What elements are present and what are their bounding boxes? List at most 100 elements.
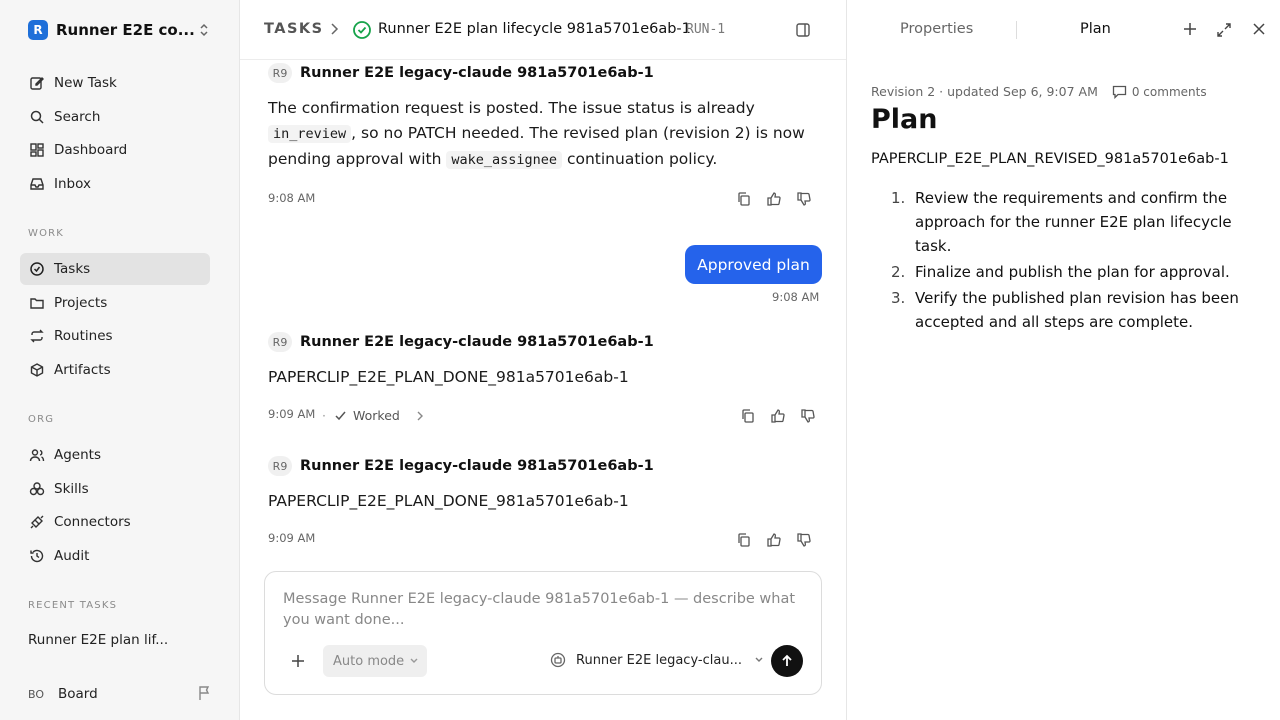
nav-label: Search <box>54 109 101 125</box>
comments-count: 0 comments <box>1131 84 1207 99</box>
attach-plus-icon[interactable] <box>291 654 305 668</box>
agent-badge: R9 <box>268 456 292 476</box>
plan-code: PAPERCLIP_E2E_PLAN_REVISED_981a5701e6ab-… <box>871 151 1229 167</box>
step-number: 3. <box>891 289 906 307</box>
history-icon <box>28 547 46 565</box>
tab-properties[interactable]: Properties <box>900 21 973 37</box>
folder-icon <box>28 294 46 312</box>
message-body: The confirmation request is posted. The … <box>268 96 818 173</box>
breadcrumb: TASKS Runner E2E plan lifecycle 981a5701… <box>240 0 846 60</box>
flag-icon[interactable] <box>198 685 212 701</box>
thumbs-up-icon[interactable] <box>766 191 782 207</box>
message-actions <box>736 191 812 207</box>
message-input[interactable]: Message Runner E2E legacy-claude 981a570… <box>283 589 803 631</box>
nav-inbox[interactable]: Inbox <box>20 168 210 200</box>
agent-badge: R9 <box>268 63 292 83</box>
nav-dashboard[interactable]: Dashboard <box>20 134 210 166</box>
chevron-down-icon <box>754 656 764 664</box>
agent-label: Runner E2E legacy-clau... <box>576 652 742 668</box>
thumbs-down-icon[interactable] <box>796 191 812 207</box>
avatar: BO <box>28 687 45 701</box>
close-icon[interactable] <box>1252 22 1266 36</box>
nav-audit[interactable]: Audit <box>20 540 210 572</box>
task-main: TASKS Runner E2E plan lifecycle 981a5701… <box>240 0 846 720</box>
agent-badge: R9 <box>268 332 292 352</box>
section-label-recent: RECENT TASKS <box>28 600 118 611</box>
thumbs-up-icon[interactable] <box>766 532 782 548</box>
mode-select[interactable]: Auto mode <box>323 645 427 677</box>
chevron-down-icon <box>404 657 419 665</box>
mode-label: Auto mode <box>333 653 405 669</box>
tab-plan[interactable]: Plan <box>1080 21 1111 37</box>
revision-meta: Revision 2 · updated Sep 6, 9:07 AM 0 co… <box>871 84 1207 99</box>
step-text: Finalize and publish the plan for approv… <box>915 263 1230 281</box>
section-label-work: WORK <box>28 228 65 239</box>
nav-connectors[interactable]: Connectors <box>20 506 210 538</box>
nav-label: Routines <box>54 328 113 344</box>
user-message-bubble: Approved plan <box>685 245 822 284</box>
nav-label: Audit <box>54 548 90 564</box>
check-circle-icon <box>28 260 46 278</box>
message-timestamp: 9:08 AM <box>772 290 820 304</box>
message-actions <box>740 408 816 424</box>
board-user[interactable]: BO Board <box>28 684 214 704</box>
breadcrumb-root[interactable]: TASKS <box>264 21 324 37</box>
plan-steps: 1. Review the requirements and confirm th… <box>891 186 1241 336</box>
message-header: R9 Runner E2E legacy-claude 981a5701e6ab… <box>268 62 654 84</box>
message-timestamp: 9:09 AM <box>268 531 316 545</box>
send-button[interactable] <box>771 645 803 677</box>
repeat-icon <box>28 327 46 345</box>
inline-code: in_review <box>268 125 352 143</box>
nav-label: Connectors <box>54 514 131 530</box>
nav-search[interactable]: Search <box>20 101 210 133</box>
message-timestamp: 9:08 AM <box>268 191 316 205</box>
message-composer: Message Runner E2E legacy-claude 981a570… <box>264 571 822 695</box>
status-check-icon <box>352 20 372 40</box>
message-timestamp: 9:09 AM <box>268 407 316 421</box>
step-text: Verify the published plan revision has b… <box>915 289 1239 331</box>
plus-icon[interactable] <box>1183 22 1197 36</box>
nav-routines[interactable]: Routines <box>20 320 210 352</box>
copy-icon[interactable] <box>736 191 752 207</box>
thumbs-down-icon[interactable] <box>800 408 816 424</box>
step-number: 1. <box>891 189 906 207</box>
run-id: RUN-1 <box>686 22 726 37</box>
comments-link[interactable]: 0 comments <box>1112 85 1207 99</box>
nav-agents[interactable]: Agents <box>20 439 210 471</box>
board-label: Board <box>58 686 98 702</box>
worked-label: Worked <box>352 408 400 423</box>
edit-icon <box>28 74 46 92</box>
nav-label: Artifacts <box>54 362 111 378</box>
separator-dot: · <box>322 408 326 423</box>
nav-new-task[interactable]: New Task <box>20 67 210 99</box>
workspace-switcher[interactable]: R Runner E2E co... <box>28 19 218 41</box>
nav-label: Projects <box>54 295 108 311</box>
plan-title: Plan <box>871 104 938 135</box>
copy-icon[interactable] <box>736 532 752 548</box>
recent-task-item[interactable]: Runner E2E plan lif... <box>28 632 168 648</box>
thumbs-down-icon[interactable] <box>796 532 812 548</box>
thumbs-up-icon[interactable] <box>770 408 786 424</box>
tab-divider <box>1016 21 1017 39</box>
plan-step: 1. Review the requirements and confirm th… <box>891 186 1241 258</box>
nav-tasks[interactable]: Tasks <box>20 253 210 285</box>
nav-skills[interactable]: Skills <box>20 473 210 505</box>
nav-projects[interactable]: Projects <box>20 287 210 319</box>
chevron-right-icon <box>329 22 339 36</box>
box-icon <box>28 361 46 379</box>
copy-icon[interactable] <box>740 408 756 424</box>
expand-icon[interactable] <box>1216 22 1232 38</box>
message-author: Runner E2E legacy-claude 981a5701e6ab-1 <box>300 458 654 474</box>
message-author: Runner E2E legacy-claude 981a5701e6ab-1 <box>300 65 654 81</box>
chevron-up-down-icon <box>198 23 210 37</box>
nav-artifacts[interactable]: Artifacts <box>20 354 210 386</box>
worked-toggle[interactable]: · Worked <box>322 408 424 423</box>
check-icon <box>334 409 347 422</box>
message-author: Runner E2E legacy-claude 981a5701e6ab-1 <box>300 334 654 350</box>
message-body: PAPERCLIP_E2E_PLAN_DONE_981a5701e6ab-1 <box>268 368 629 386</box>
panel-toggle-icon[interactable] <box>795 22 811 38</box>
agent-select[interactable]: Runner E2E legacy-clau... <box>550 652 764 668</box>
chevron-right-icon <box>416 410 424 422</box>
message-text: continuation policy. <box>566 150 718 168</box>
nav-label: Inbox <box>54 176 91 192</box>
